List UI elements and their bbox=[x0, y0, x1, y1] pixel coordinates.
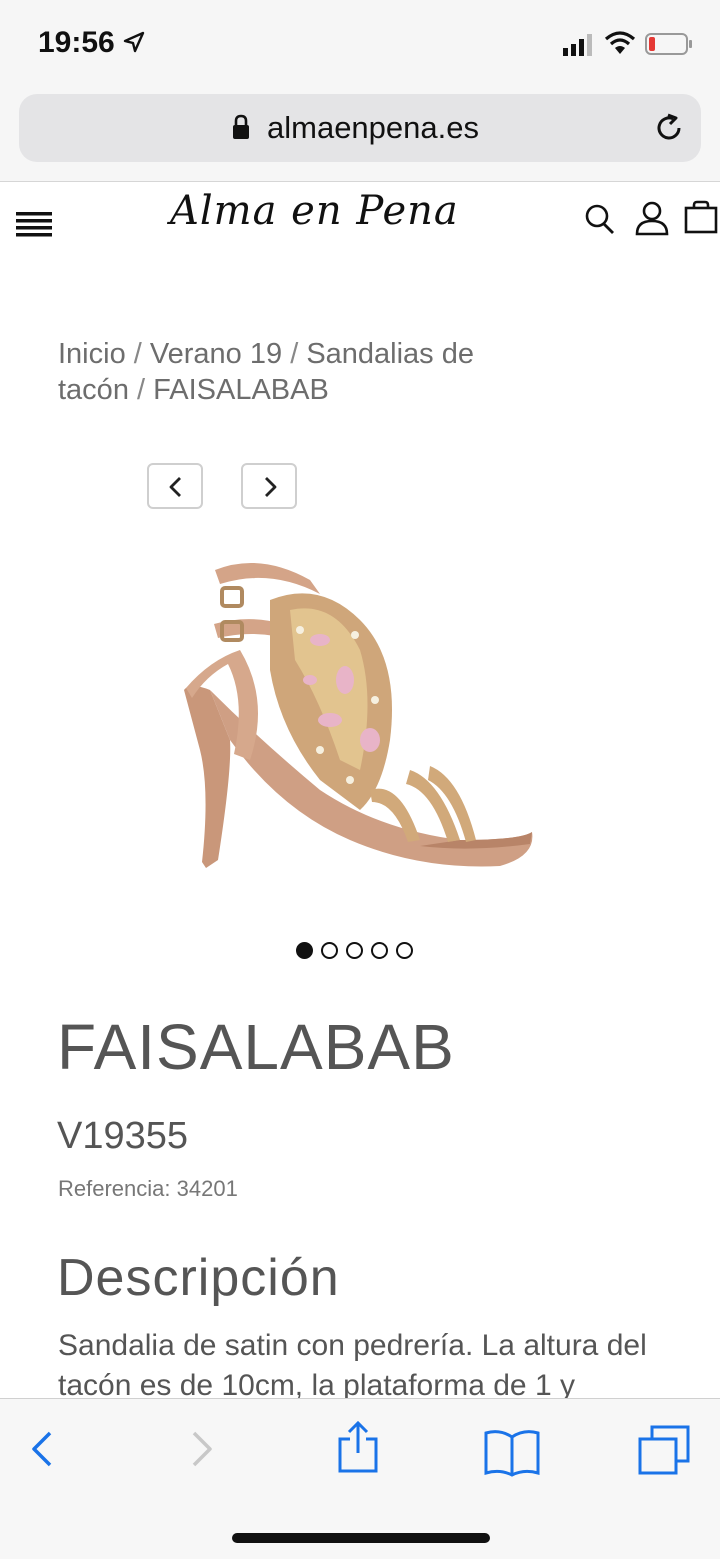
breadcrumb-item-verano-19[interactable]: Verano 19 bbox=[150, 338, 282, 370]
reference-value: 34201 bbox=[176, 1176, 238, 1201]
breadcrumb-item-current: FAISALABAB bbox=[153, 374, 329, 406]
reload-icon[interactable] bbox=[653, 112, 685, 144]
site-header: Alma en Pena bbox=[0, 182, 720, 262]
chevron-right-icon bbox=[265, 477, 277, 497]
product-title: FAISALABAB bbox=[57, 1011, 455, 1083]
battery-icon bbox=[645, 33, 692, 55]
url-text: almaenpena.es bbox=[267, 110, 479, 145]
carousel-next-button[interactable] bbox=[241, 463, 297, 509]
site-logo[interactable]: Alma en Pena bbox=[170, 188, 459, 234]
tabs-icon[interactable] bbox=[636, 1425, 692, 1477]
carousel-prev-button[interactable] bbox=[147, 463, 203, 509]
breadcrumb-separator: / bbox=[137, 374, 146, 406]
forward-icon[interactable] bbox=[188, 1429, 216, 1469]
reference-label: Referencia: bbox=[58, 1176, 171, 1201]
lock-icon bbox=[233, 114, 249, 139]
browser-toolbar bbox=[0, 1398, 720, 1559]
cart-icon[interactable] bbox=[684, 200, 718, 234]
carousel-dot[interactable] bbox=[321, 942, 338, 959]
cellular-signal-icon bbox=[563, 34, 592, 56]
bookmarks-icon[interactable] bbox=[484, 1427, 540, 1477]
breadcrumb-separator: / bbox=[290, 338, 299, 370]
description-text: Sandalia de satin con pedrería. La altur… bbox=[58, 1329, 647, 1402]
breadcrumb-item-inicio[interactable]: Inicio bbox=[58, 338, 126, 370]
back-icon[interactable] bbox=[28, 1429, 56, 1469]
carousel-dot[interactable] bbox=[396, 942, 413, 959]
carousel-dots bbox=[296, 942, 413, 964]
breadcrumb-separator: / bbox=[133, 338, 142, 370]
wifi-icon bbox=[604, 31, 636, 54]
product-image[interactable] bbox=[170, 540, 550, 880]
carousel-dot[interactable] bbox=[371, 942, 388, 959]
home-indicator bbox=[232, 1533, 490, 1543]
carousel-dot[interactable] bbox=[346, 942, 363, 959]
account-icon[interactable] bbox=[634, 200, 670, 236]
chevron-left-icon bbox=[169, 477, 181, 497]
menu-icon[interactable] bbox=[16, 208, 52, 240]
status-time: 19:56 bbox=[38, 26, 115, 59]
location-arrow-icon bbox=[123, 31, 145, 53]
share-icon[interactable] bbox=[336, 1421, 380, 1473]
status-bar: 19:56 bbox=[0, 0, 720, 90]
browser-address-area: almaenpena.es bbox=[0, 90, 720, 182]
breadcrumb: Inicio / Verano 19 / Sandalias de tacón … bbox=[58, 336, 528, 408]
address-bar[interactable]: almaenpena.es bbox=[19, 94, 701, 162]
carousel-dot[interactable] bbox=[296, 942, 313, 959]
search-icon[interactable] bbox=[584, 202, 616, 236]
product-model: V19355 bbox=[57, 1115, 189, 1157]
description-heading: Descripción bbox=[57, 1249, 340, 1307]
product-reference: Referencia: 34201 bbox=[58, 1176, 238, 1202]
